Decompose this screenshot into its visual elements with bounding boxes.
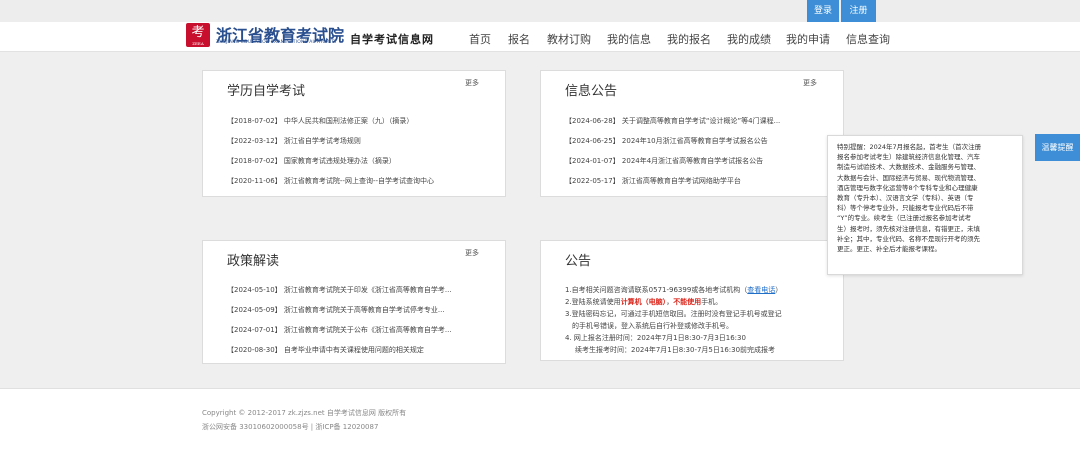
list-item[interactable]: 【2022-05-17】 浙江省高等教育自学考试网络助学平台 bbox=[565, 176, 741, 186]
nav-home[interactable]: 首页 bbox=[469, 31, 491, 47]
notice-line-1: 1.自考相关问题咨询请联系0571-96399或各地考试机构（查看电话） bbox=[565, 285, 782, 295]
notice-line-2: 2.登陆系统请使用计算机（电脑），不能使用手机。 bbox=[565, 297, 722, 307]
reminder-popup: 特别提醒：2024年7月报名起，首考生（首次注册 报名参加考试考生）除建筑经济信… bbox=[827, 135, 1023, 275]
list-item[interactable]: 【2024-01-07】 2024年4月浙江省高等教育自学考试报名公告 bbox=[565, 156, 763, 166]
more-link[interactable]: 更多 bbox=[465, 78, 479, 88]
notice-text: 2.登陆系统请使用 bbox=[565, 298, 621, 306]
notice-emphasis: 计算机（电脑） bbox=[620, 298, 667, 306]
panel-title: 信息公告 bbox=[565, 84, 618, 99]
tip-line: 更正。更正、补全后才能报考课程。 bbox=[837, 245, 941, 254]
logo-subtitle: ZHEJIANG EDUCATION EXAMINATIONS AUTHORIT… bbox=[216, 40, 337, 45]
panel-policy-interpretation: 政策解读 更多 【2024-05-10】 浙江省教育考试院关于印发《浙江省高等教… bbox=[202, 240, 506, 364]
site-name: 自学考试信息网 bbox=[350, 33, 434, 46]
notice-text: 手机。 bbox=[701, 298, 723, 306]
view-phone-link[interactable]: 查看电话 bbox=[747, 286, 775, 294]
notice-line-5: 续考生报考时间：2024年7月1日8:30-7月5日16:30前完成报考 bbox=[575, 346, 776, 354]
site-header: 考 ZEEA 浙江省教育考试院 ZHEJIANG EDUCATION EXAMI… bbox=[0, 22, 1080, 52]
panel-title: 学历自学考试 bbox=[227, 84, 306, 99]
tip-line: 教育（专升本）、汉语言文学（专科）、英语（专 bbox=[837, 194, 974, 203]
logo-mark-text: 考 bbox=[191, 25, 205, 40]
reminder-tab[interactable]: 温馨提醒 bbox=[1035, 134, 1080, 161]
site-footer: Copyright © 2012-2017 zk.zjzs.net 自学考试信息… bbox=[0, 388, 1080, 451]
nav-textbook-order[interactable]: 教材订购 bbox=[547, 31, 591, 47]
notice-text: ） bbox=[775, 286, 783, 294]
panel-title: 公告 bbox=[565, 254, 592, 269]
list-item[interactable]: 【2024-07-01】 浙江省教育考试院关于公布《浙江省高等教育自学考... bbox=[227, 325, 497, 335]
nav-my-registration[interactable]: 我的报名 bbox=[667, 31, 711, 47]
notice-line-4: 4. 网上报名注册时间：2024年7月1日8:30-7月3日16:30 bbox=[565, 334, 746, 342]
list-item[interactable]: 【2022-03-12】 浙江省自学考试考场规则 bbox=[227, 136, 361, 146]
list-item[interactable]: 【2020-08-30】 自考毕业申请中有关课程使用问题的相关规定 bbox=[227, 345, 424, 355]
more-link[interactable]: 更多 bbox=[803, 78, 817, 88]
list-item[interactable]: 【2018-07-02】 中华人民共和国刑法修正案（九）（摘录） bbox=[227, 116, 413, 126]
tip-line: 酒店管理与数字化运营等8个专科专业和心理健康 bbox=[837, 183, 978, 192]
tip-line: 科）等个停考专业外，只能报考专业代码后不带 bbox=[837, 204, 974, 213]
list-item[interactable]: 【2024-05-10】 浙江省教育考试院关于印发《浙江省高等教育自学考... bbox=[227, 285, 497, 295]
login-button[interactable]: 登录 bbox=[807, 0, 839, 22]
tip-line: 大数据与会计、国际经济与贸易、现代物流管理、 bbox=[837, 173, 980, 182]
tip-line: 特别提醒：2024年7月报名起，首考生（首次注册 bbox=[837, 143, 982, 151]
nav-info-query[interactable]: 信息查询 bbox=[846, 31, 890, 47]
list-item[interactable]: 【2018-07-02】 国家教育考试违规处理办法（摘录） bbox=[227, 156, 396, 166]
top-bar: 登录 注册 bbox=[0, 0, 1080, 22]
tip-line: 制造与试验技术、大数据技术、金融服务与管理、 bbox=[837, 163, 980, 172]
logo-mark-sub: ZEEA bbox=[192, 41, 204, 46]
tip-line: 生）报考时，须先核对注册信息，有错更正，未填 bbox=[837, 224, 980, 233]
register-button[interactable]: 注册 bbox=[841, 0, 876, 22]
panel-info-notices: 信息公告 更多 【2024-06-28】 关于调整高等教育自学考试“设计概论”等… bbox=[540, 70, 844, 197]
nav-my-applications[interactable]: 我的申请 bbox=[786, 31, 830, 47]
tip-line: “Y”的专业。续考生（已注册过报名参加考试考 bbox=[837, 214, 972, 223]
tip-line: 补全；其中，专业代码、名称不是现行开考的须先 bbox=[837, 234, 980, 243]
nav-my-scores[interactable]: 我的成绩 bbox=[727, 31, 771, 47]
list-item[interactable]: 【2020-11-06】 浙江省教育考试院--网上查询--自学考试查询中心 bbox=[227, 176, 434, 186]
panel-announcement: 公告 1.自考相关问题咨询请联系0571-96399或各地考试机构（查看电话） … bbox=[540, 240, 844, 361]
list-item[interactable]: 【2024-06-28】 关于调整高等教育自学考试“设计概论”等4门课程... bbox=[565, 116, 830, 126]
list-item[interactable]: 【2024-05-09】 浙江省教育考试院关于高等教育自学考试停考专业... bbox=[227, 305, 497, 315]
nav-register[interactable]: 报名 bbox=[508, 31, 530, 47]
list-item[interactable]: 【2024-06-25】 2024年10月浙江省高等教育自学考试报名公告 bbox=[565, 136, 768, 146]
logo-icon[interactable]: 考 ZEEA bbox=[186, 23, 210, 47]
notice-emphasis: 不能使用 bbox=[673, 298, 702, 306]
notice-line-3b: 的手机号错误，登入系统后自行补登或修改手机号。 bbox=[572, 322, 733, 330]
notice-text: 1.自考相关问题咨询请联系0571-96399或各地考试机构（ bbox=[565, 286, 748, 294]
copyright-text: Copyright © 2012-2017 zk.zjzs.net 自学考试信息… bbox=[202, 409, 407, 417]
tip-line: 报名参加考试考生）除建筑经济信息化管理、汽车 bbox=[837, 153, 980, 162]
more-link[interactable]: 更多 bbox=[465, 248, 479, 258]
nav-my-info[interactable]: 我的信息 bbox=[607, 31, 651, 47]
notice-line-3: 3.登陆密码忘记，可通过手机短信取回。注册时没有登记手机号或登记 bbox=[565, 310, 782, 318]
panel-academic-self-study: 学历自学考试 更多 【2018-07-02】 中华人民共和国刑法修正案（九）（摘… bbox=[202, 70, 506, 197]
icp-text[interactable]: 浙公网安备 33010602000058号 | 浙ICP备 12020087 bbox=[202, 422, 378, 432]
panel-title: 政策解读 bbox=[227, 254, 280, 269]
